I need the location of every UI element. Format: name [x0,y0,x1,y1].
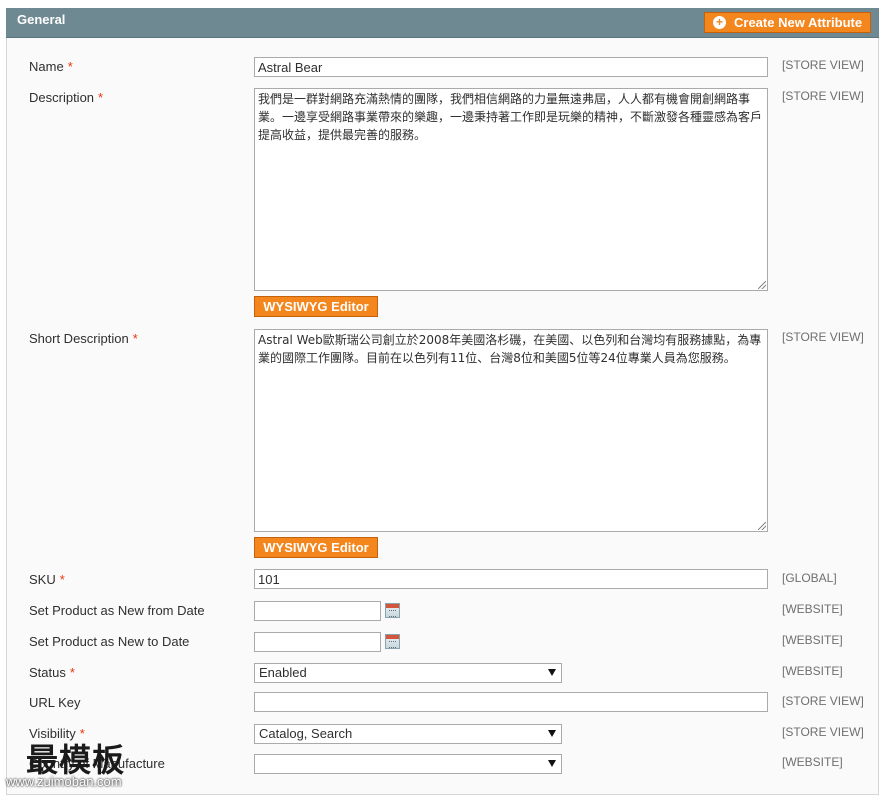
dropdown-arrow-icon [548,760,556,767]
status-selected-value: Enabled [259,665,307,680]
sku-input[interactable] [254,569,768,589]
name-label: Name * [29,59,73,74]
url-key-scope: [STORE VIEW] [782,694,864,708]
status-scope: [WEBSITE] [782,664,843,678]
visibility-select[interactable]: Catalog, Search [254,724,562,744]
short-description-wysiwyg-button[interactable]: WYSIWYG Editor [254,537,378,558]
description-scope: [STORE VIEW] [782,89,864,103]
dropdown-arrow-icon [548,730,556,737]
status-select[interactable]: Enabled [254,663,562,683]
calendar-icon[interactable] [385,634,400,649]
new-to-date-input[interactable] [254,632,381,652]
new-from-date-scope: [WEBSITE] [782,602,843,616]
visibility-scope: [STORE VIEW] [782,725,864,739]
manufacture-scope: [WEBSITE] [782,755,843,769]
calendar-icon[interactable] [385,603,400,618]
watermark-url: www.zuimoban.com [6,774,122,789]
short-description-label: Short Description * [29,331,138,346]
panel-title: General [17,12,66,27]
create-new-attribute-button[interactable]: + Create New Attribute [704,12,871,33]
manufacture-select[interactable] [254,754,562,774]
dropdown-arrow-icon [548,669,556,676]
plus-icon: + [713,16,726,29]
create-new-attribute-label: Create New Attribute [734,15,863,30]
resize-handle-icon[interactable] [758,522,766,530]
resize-handle-icon[interactable] [758,281,766,289]
new-from-date-input[interactable] [254,601,381,621]
short-description-text: Astral Web歐斯瑞公司創立於2008年美國洛杉磯，在美國、以色列和台灣均… [258,333,762,365]
status-label: Status * [29,665,75,680]
description-text: 我們是一群對網路充滿熱情的團隊，我們相信網路的力量無遠弗屆，人人都有機會開創網路… [258,92,763,142]
url-key-input[interactable] [254,692,768,712]
sku-scope: [GLOBAL] [782,571,837,585]
short-description-textarea[interactable]: Astral Web歐斯瑞公司創立於2008年美國洛杉磯，在美國、以色列和台灣均… [254,329,768,532]
new-to-date-label: Set Product as New to Date [29,634,190,649]
description-textarea[interactable]: 我們是一群對網路充滿熱情的團隊，我們相信網路的力量無遠弗屆，人人都有機會開創網路… [254,88,768,291]
visibility-selected-value: Catalog, Search [259,726,353,741]
sku-label: SKU * [29,572,65,587]
name-input[interactable] [254,57,768,77]
new-to-date-scope: [WEBSITE] [782,633,843,647]
url-key-label: URL Key [29,695,81,710]
new-from-date-label: Set Product as New from Date [29,603,205,618]
description-label: Description * [29,90,104,105]
short-description-scope: [STORE VIEW] [782,330,864,344]
name-scope: [STORE VIEW] [782,58,864,72]
description-wysiwyg-button[interactable]: WYSIWYG Editor [254,296,378,317]
panel-header: General + Create New Attribute [6,8,879,38]
